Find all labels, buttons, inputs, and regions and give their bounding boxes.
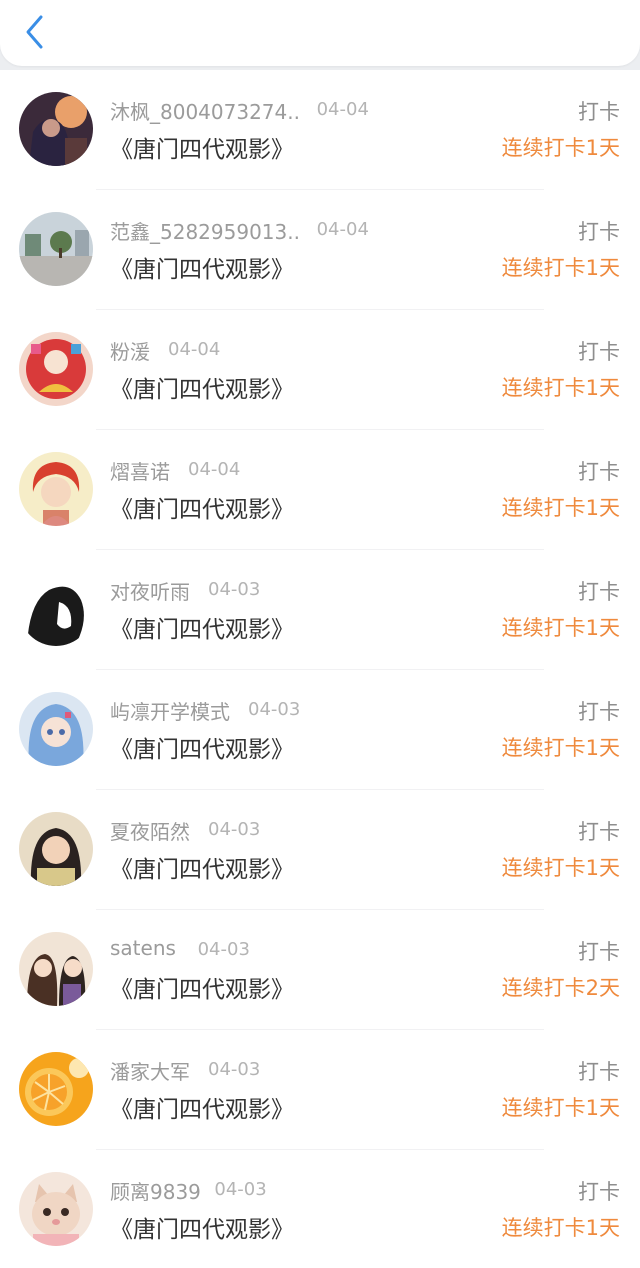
avatar[interactable]	[19, 812, 93, 886]
streak-label: 连续打卡1天	[501, 496, 620, 520]
user-name[interactable]: 潘家大军	[110, 1056, 190, 1085]
user-name[interactable]: 粉湲	[110, 336, 150, 365]
user-name[interactable]: 夏夜陌然	[110, 816, 190, 845]
work-title[interactable]: 《唐门四代观影》	[110, 610, 294, 644]
check-in-date: 04-03	[248, 699, 301, 720]
list-item[interactable]: 夏夜陌然 04-03 《唐门四代观影》 打卡连续打卡1天	[0, 790, 640, 910]
avatar[interactable]	[19, 92, 93, 166]
streak-label: 连续打卡1天	[501, 616, 620, 640]
user-name[interactable]: 顾离9839	[110, 1176, 201, 1205]
list-item[interactable]: 对夜听雨 04-03 《唐门四代观影》 打卡连续打卡1天	[0, 550, 640, 670]
check-in-label: 打卡	[578, 100, 620, 124]
avatar[interactable]	[19, 692, 93, 766]
streak-label: 连续打卡1天	[501, 1216, 620, 1240]
user-name[interactable]: 对夜听雨	[110, 576, 190, 605]
work-title[interactable]: 《唐门四代观影》	[110, 1090, 294, 1124]
check-in-list: 沐枫_8004073274... 04-04 《唐门四代观影》 打卡 连续打卡1天 范鑫_…	[0, 70, 640, 1268]
work-title[interactable]: 《唐门四代观影》	[110, 850, 294, 884]
list-item[interactable]: 熠喜诺 04-04 《唐门四代观影》 打卡连续打卡1天	[0, 430, 640, 550]
check-in-date: 04-03	[208, 1059, 261, 1080]
streak-label: 连续打卡1天	[501, 1096, 620, 1120]
list-item[interactable]: 沐枫_8004073274... 04-04 《唐门四代观影》 打卡连续打卡1天	[0, 70, 640, 190]
avatar[interactable]	[19, 212, 93, 286]
check-in-date: 04-03	[214, 1179, 267, 1200]
list-item[interactable]: 屿凛开学模式 04-03 《唐门四代观影》 打卡连续打卡1天	[0, 670, 640, 790]
user-name[interactable]: 范鑫_5282959013...	[110, 216, 300, 245]
work-title[interactable]: 《唐门四代观影》	[110, 1210, 294, 1244]
back-button[interactable]	[14, 12, 54, 52]
check-in-date: 04-04	[316, 219, 369, 240]
check-in-date: 04-04	[168, 339, 221, 360]
streak-label: 连续打卡1天	[501, 256, 620, 280]
check-in-label: 打卡	[578, 820, 620, 844]
check-in-label: 打卡	[578, 220, 620, 244]
check-in-list-page: 沐枫_8004073274... 04-04 《唐门四代观影》 打卡 连续打卡1天 范鑫_…	[0, 0, 640, 1268]
check-in-label: 打卡	[578, 1180, 620, 1204]
check-in-label: 打卡	[578, 700, 620, 724]
list-item[interactable]: 顾离9839 04-03 《唐门四代观影》 打卡连续打卡1天	[0, 1150, 640, 1268]
work-title[interactable]: 《唐门四代观影》	[110, 370, 294, 404]
check-in-label: 打卡	[578, 580, 620, 604]
check-in-label: 打卡	[578, 460, 620, 484]
list-item[interactable]: 粉湲 04-04 《唐门四代观影》 打卡连续打卡1天	[0, 310, 640, 430]
top-bar	[0, 0, 640, 66]
avatar[interactable]	[19, 452, 93, 526]
check-in-date: 04-04	[188, 459, 241, 480]
streak-label: 连续打卡2天	[501, 976, 620, 1000]
streak-label: 连续打卡1天	[501, 856, 620, 880]
avatar[interactable]	[19, 1172, 93, 1246]
avatar[interactable]	[19, 332, 93, 406]
work-title[interactable]: 《唐门四代观影》	[110, 490, 294, 524]
list-item[interactable]: 范鑫_5282959013... 04-04 《唐门四代观影》 打卡连续打卡1天	[0, 190, 640, 310]
streak-label: 连续打卡1天	[501, 136, 620, 160]
user-name[interactable]: 屿凛开学模式	[110, 696, 230, 725]
work-title[interactable]: 《唐门四代观影》	[110, 730, 294, 764]
check-in-date: 04-03	[208, 579, 261, 600]
user-name[interactable]: 沐枫_8004073274...	[110, 96, 300, 125]
streak-label: 连续打卡1天	[501, 376, 620, 400]
work-title[interactable]: 《唐门四代观影》	[110, 130, 294, 164]
check-in-date: 04-04	[316, 99, 369, 120]
user-name[interactable]: 熠喜诺	[110, 456, 170, 485]
user-name[interactable]: satens	[110, 936, 176, 960]
avatar[interactable]	[19, 1052, 93, 1126]
list-item[interactable]: satens 04-03 《唐门四代观影》 打卡连续打卡2天	[0, 910, 640, 1030]
list-item[interactable]: 潘家大军 04-03 《唐门四代观影》 打卡连续打卡1天	[0, 1030, 640, 1150]
work-title[interactable]: 《唐门四代观影》	[110, 250, 294, 284]
check-in-date: 04-03	[197, 939, 250, 960]
chevron-left-icon	[26, 15, 43, 49]
avatar[interactable]	[19, 932, 93, 1006]
check-in-label: 打卡	[578, 340, 620, 364]
work-title[interactable]: 《唐门四代观影》	[110, 970, 294, 1004]
check-in-label: 打卡	[578, 1060, 620, 1084]
streak-label: 连续打卡1天	[501, 736, 620, 760]
check-in-date: 04-03	[208, 819, 261, 840]
check-in-label: 打卡	[578, 940, 620, 964]
avatar[interactable]	[19, 572, 93, 646]
